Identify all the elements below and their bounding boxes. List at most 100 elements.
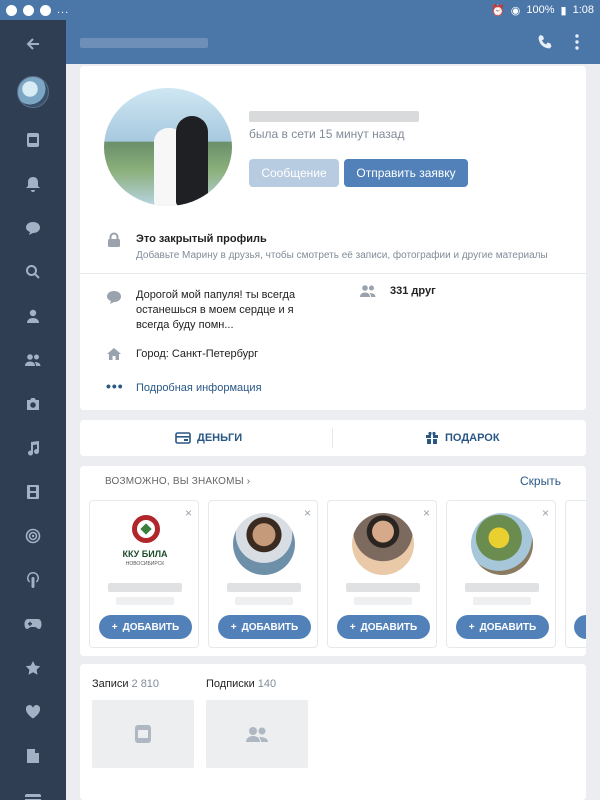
podcast-icon[interactable] [0,560,66,600]
hide-suggestions-link[interactable]: Скрыть [520,474,561,488]
suggestion-avatar [233,513,295,575]
suggestion-avatar-logo: ККУ БИЛА НОВОСИБИРСК [114,513,176,575]
close-icon[interactable]: × [185,506,192,520]
suggestions-title[interactable]: ВОЗМОЖНО, ВЫ ЗНАКОМЫ › [105,476,250,487]
online-status: была в сети 15 минут назад [249,127,405,141]
document-icon[interactable] [0,736,66,776]
suggestion-card-partial[interactable] [565,500,586,648]
more-info-link[interactable]: Подробная информация [136,382,262,394]
suggestion-info-blurred [235,597,293,605]
clock: 1:08 [572,4,594,16]
friends-icon [246,727,268,742]
camera-icon[interactable] [0,384,66,424]
wallet-icon [175,432,191,444]
suggestion-info-blurred [116,597,174,605]
subscriptions-counter[interactable]: Подписки 140 [206,678,276,690]
plus-icon: + [349,621,356,633]
phone-icon[interactable] [534,31,556,53]
status-bar: ... ⏰ ◉ 100% ▮ 1:08 [0,0,600,20]
posts-counter[interactable]: Записи 2 810 [92,678,159,690]
gift-icon [426,431,438,444]
sidebar [0,20,66,800]
subscriptions-tile[interactable] [206,700,308,768]
twitter-icon [23,4,34,16]
friends-count[interactable]: 331 друг [390,285,436,297]
add-button[interactable] [574,615,586,639]
add-button[interactable]: + ДОБАВИТЬ [218,615,311,639]
suggestion-avatar [352,513,414,575]
counters-card: Записи 2 810 Подписки 140 [80,664,586,800]
friends-icon[interactable] [0,340,66,380]
music-icon[interactable] [0,428,66,468]
suggestion-name-blurred [465,583,539,592]
logo-text: ККУ БИЛА [122,549,168,559]
money-button[interactable]: ДЕНЬГИ [175,420,242,456]
city-info: Город: Санкт-Петербург [136,348,259,360]
plus-icon: + [111,621,118,633]
home-icon [104,344,124,364]
chat-icon[interactable] [0,208,66,248]
battery-icon: ▮ [560,4,567,17]
status-text: Дорогой мой папуля! ты всегда останешься… [136,289,296,331]
whatsapp-icon [6,4,17,16]
lock-icon [104,230,124,250]
back-arrow-icon[interactable] [0,24,66,64]
sidebar-item-profile[interactable] [0,72,66,112]
video-icon[interactable] [0,472,66,512]
divider [332,428,333,448]
person-icon[interactable] [0,296,66,336]
closed-profile-title: Это закрытый профиль [136,233,267,245]
telegram-icon [40,4,51,16]
wifi-icon: ◉ [510,4,521,17]
more-notifications: ... [57,4,70,16]
posts-tile[interactable] [92,700,194,768]
more-dots-icon: ••• [106,378,124,394]
chevron-right-icon: › [246,476,251,487]
search-icon[interactable] [0,252,66,292]
battery-level: 100% [526,4,555,16]
status-speech-icon [104,287,124,307]
add-button[interactable]: + ДОБАВИТЬ [99,615,192,639]
suggestion-card[interactable]: × + ДОБАВИТЬ [208,500,318,648]
ornament-icon [132,515,160,543]
close-icon[interactable]: × [304,506,311,520]
gamepad-icon[interactable] [0,604,66,644]
news-icon [135,725,151,743]
card-icon[interactable] [0,780,66,800]
suggestions-card: ВОЗМОЖНО, ВЫ ЗНАКОМЫ › Скрыть × ККУ БИЛА… [80,466,586,656]
bell-icon[interactable] [0,164,66,204]
suggestion-name-blurred [346,583,420,592]
plus-icon: + [468,621,475,633]
target-icon[interactable] [0,516,66,556]
star-icon[interactable] [0,648,66,688]
suggestion-card[interactable]: × + ДОБАВИТЬ [327,500,437,648]
add-friend-button[interactable]: Отправить заявку [344,159,468,187]
suggestion-info-blurred [473,597,531,605]
plus-icon: + [230,621,237,633]
suggestion-avatar [471,513,533,575]
suggestion-card[interactable]: × + ДОБАВИТЬ [446,500,556,648]
avatar-photo-groom [176,116,208,206]
heart-icon[interactable] [0,692,66,732]
closed-profile-subtitle: Добавьте Марину в друзья, чтобы смотреть… [136,250,548,261]
money-label: ДЕНЬГИ [197,432,243,444]
suggestion-info-blurred [354,597,412,605]
alarm-icon: ⏰ [491,4,505,17]
suggestion-card[interactable]: × ККУ БИЛА НОВОСИБИРСК + ДОБАВИТЬ [89,500,199,648]
news-icon[interactable] [0,120,66,160]
message-button[interactable]: Сообщение [249,159,339,187]
profile-card: была в сети 15 минут назад Сообщение Отп… [80,66,586,410]
more-vertical-icon[interactable] [566,31,588,53]
close-icon[interactable]: × [542,506,549,520]
add-button[interactable]: + ДОБАВИТЬ [337,615,430,639]
avatar [17,76,49,108]
logo-subtext: НОВОСИБИРСК [125,561,165,567]
divider [80,273,586,274]
close-icon[interactable]: × [423,506,430,520]
gift-button[interactable]: ПОДАРОК [425,420,500,456]
top-header [66,20,600,64]
suggestion-name-blurred [108,583,182,592]
add-button[interactable]: + ДОБАВИТЬ [456,615,549,639]
profile-avatar[interactable] [104,88,232,206]
suggestion-name-blurred [227,583,301,592]
